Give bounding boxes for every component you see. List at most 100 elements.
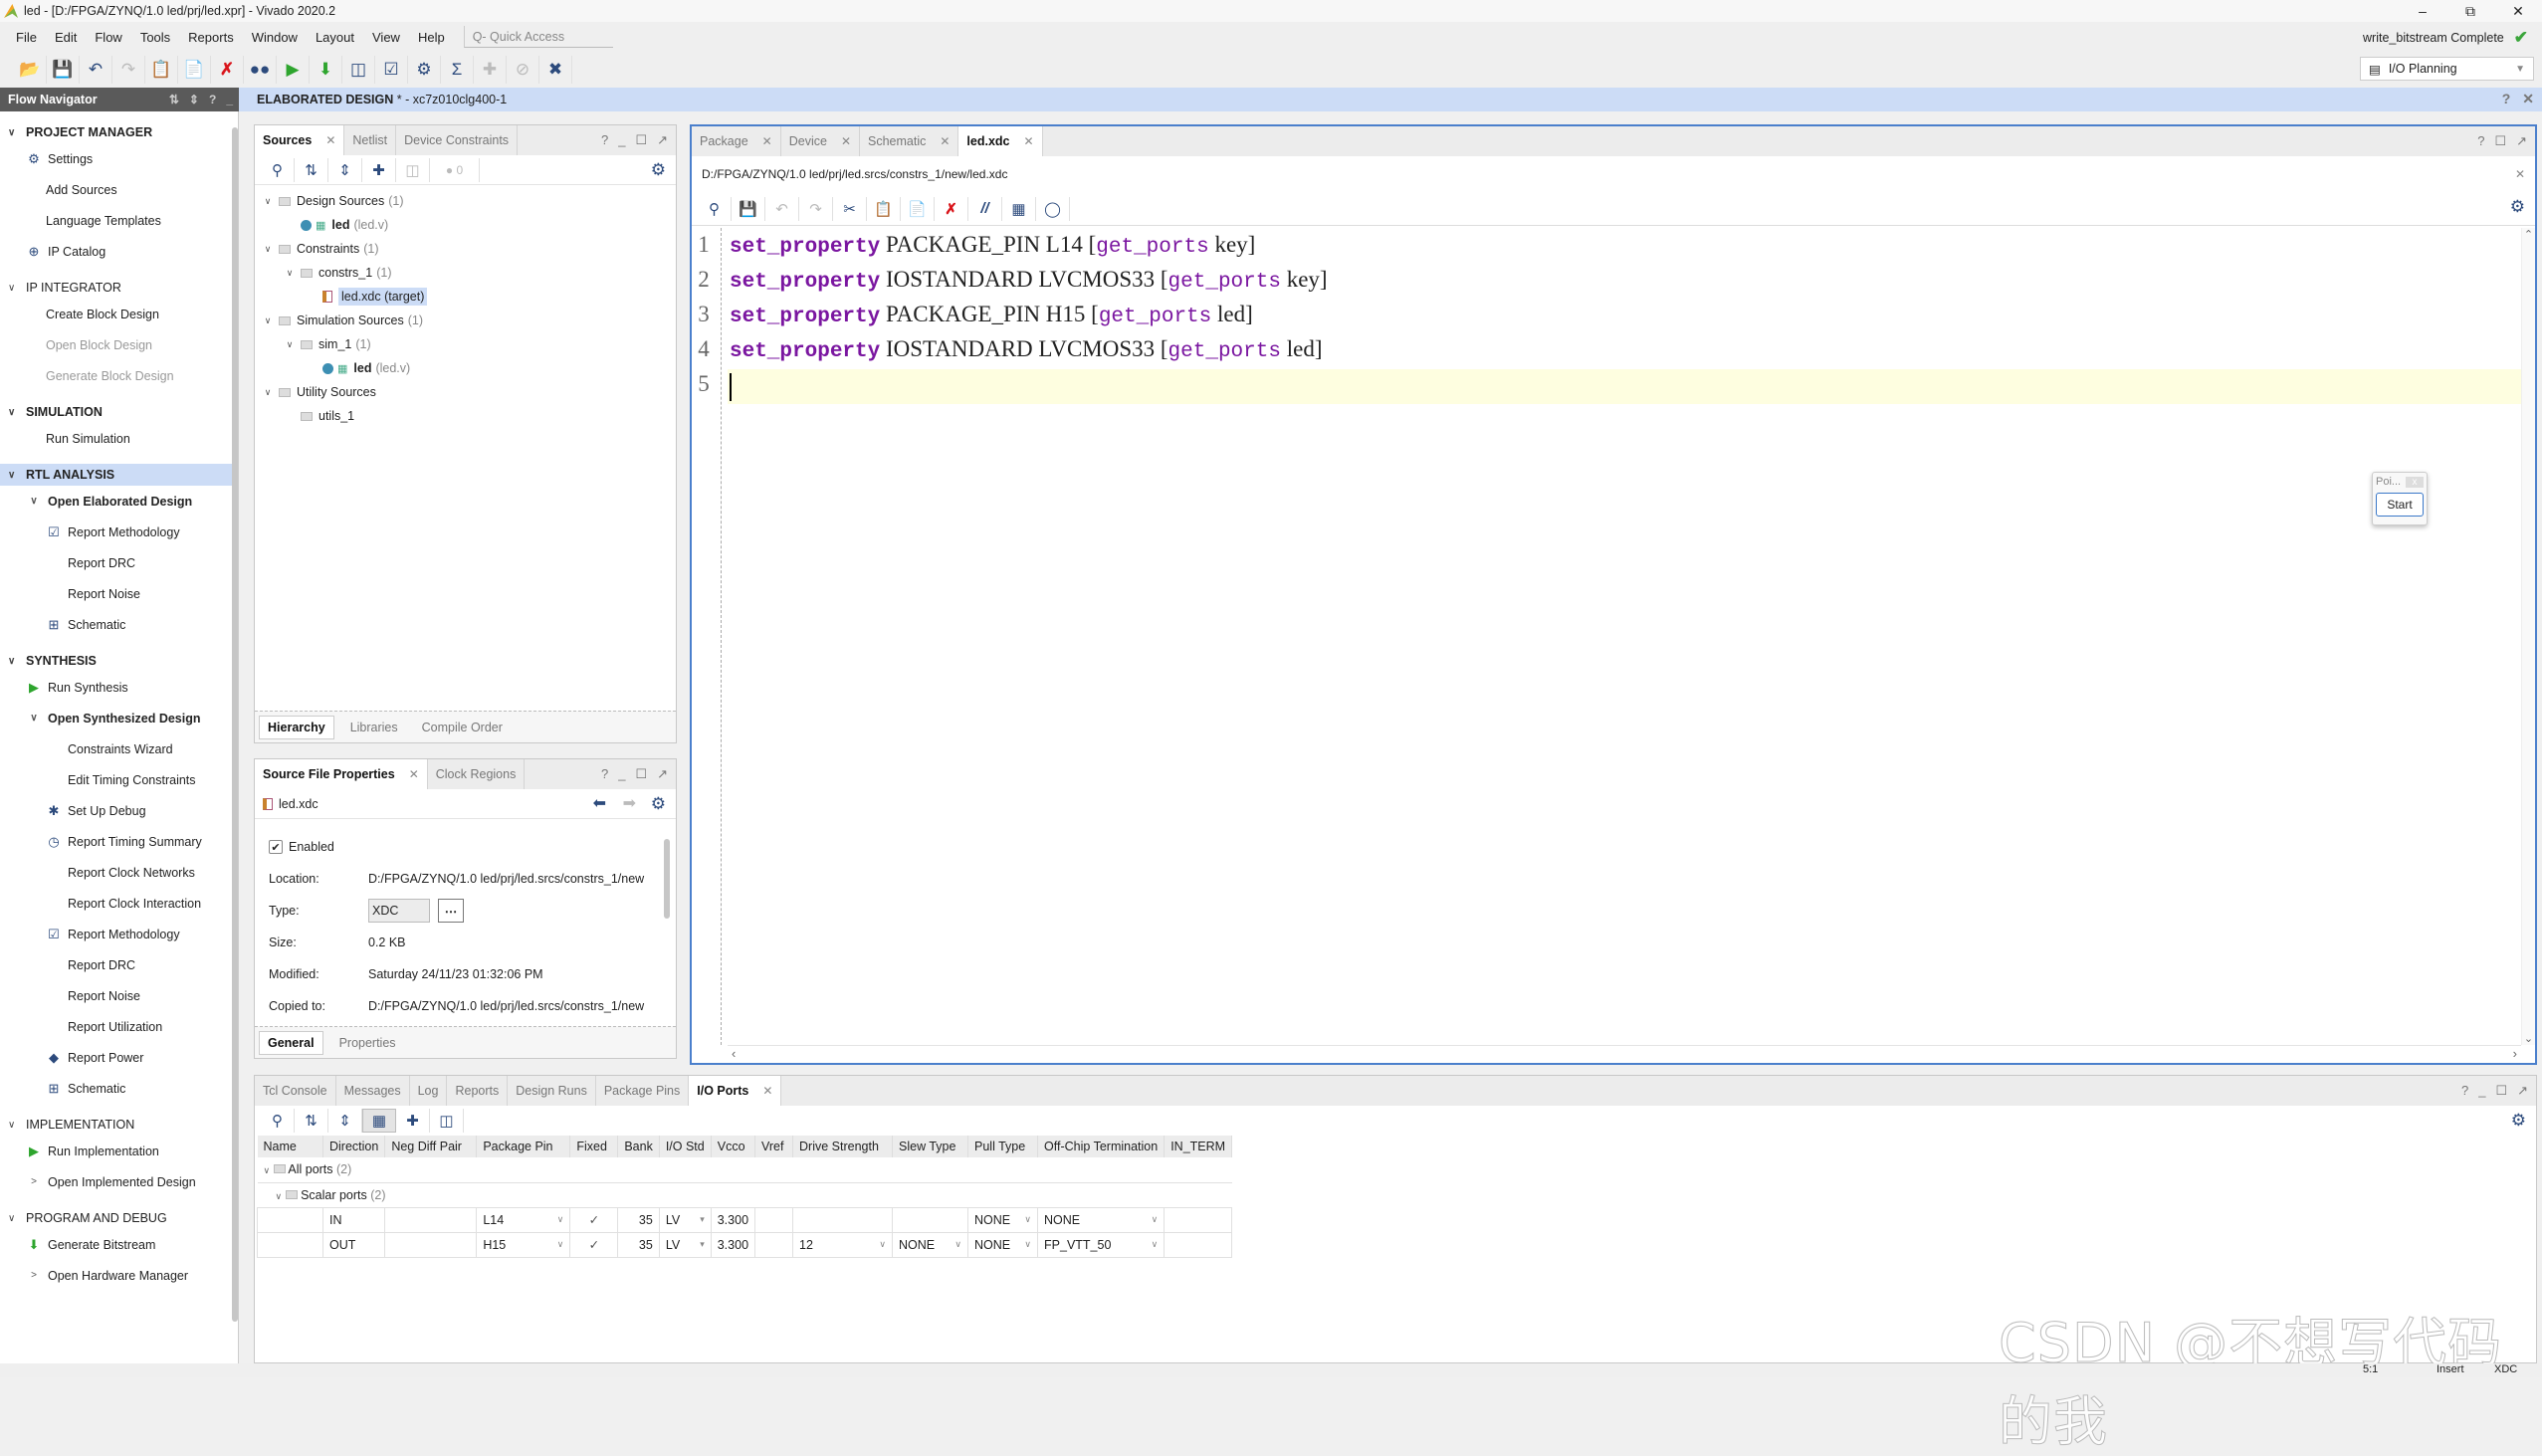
chevron-down-icon[interactable]: ▾ [700,1214,705,1225]
quick-access-input[interactable]: Q- Quick Access [463,26,613,48]
copy-icon[interactable]: 📋 [867,196,901,221]
column-header-off-chip-termination[interactable]: Off-Chip Termination [1037,1136,1165,1157]
search-icon[interactable]: ⚲ [261,1109,295,1133]
unknown-file-icon[interactable]: ◫ [396,157,430,182]
chevron-down-icon[interactable]: ∨ [557,1214,564,1225]
nav-item-open-synthesized-design[interactable]: ∨ Open Synthesized Design [0,703,238,733]
tab-general[interactable]: General [259,1030,323,1055]
tab-clock-regions[interactable]: Clock Regions [428,759,526,789]
tree-node-led-xdc[interactable]: led.xdc (target) [255,285,676,309]
paste-icon[interactable]: 📄 [178,56,211,84]
cell-package-pin[interactable]: L14 ∨ [476,1206,571,1233]
menu-layout[interactable]: Layout [307,30,363,45]
cell-off-chip-termination[interactable]: NONE ∨ [1037,1206,1165,1233]
column-header-in-term[interactable]: IN_TERM [1164,1136,1233,1157]
nav-section-project-manager[interactable]: ∨ PROJECT MANAGER [0,121,238,143]
tab-package-pins[interactable]: Package Pins [596,1076,690,1106]
chevron-down-icon[interactable]: ∨ [1024,1214,1031,1225]
nav-item-settings[interactable]: ⚙ Settings [0,143,238,174]
expand-all-icon[interactable]: ⇕ [328,1109,362,1133]
tab-netlist[interactable]: Netlist [344,125,397,155]
maximize-icon[interactable]: ☐ [2495,1083,2507,1099]
tab-device-constraints[interactable]: Device Constraints [396,125,519,155]
nav-section-simulation[interactable]: ∨ SIMULATION [0,401,238,423]
gear-icon[interactable]: ⚙ [2511,1111,2526,1131]
column-header-drive-strength[interactable]: Drive Strength [792,1136,894,1157]
column-header-i-o-std[interactable]: I/O Std [659,1136,712,1157]
group-scalar-ports[interactable]: ∨ Scalar ports (2) [257,1182,1232,1208]
start-button[interactable]: Start [2376,493,2424,517]
disabled-tool-icon[interactable]: ✚ [474,56,507,84]
column-header-direction[interactable]: Direction [322,1136,386,1157]
tree-node-sim-1[interactable]: ∨ sim_1 (1) [255,332,676,356]
help-icon[interactable]: ? [2477,133,2484,149]
help-icon[interactable]: ? [2502,91,2511,107]
chevron-down-icon[interactable]: ∨ [264,1165,271,1175]
column-header-name[interactable]: Name [257,1136,323,1157]
nav-item-language-templates[interactable]: Language Templates [0,205,238,236]
close-tab-icon[interactable]: ✕ [409,767,419,781]
maximize-icon[interactable]: ☐ [635,766,647,782]
undo-icon[interactable]: ↶ [80,56,112,84]
help-icon[interactable]: ? [601,766,608,782]
tree-node-design-sources[interactable]: ∨ Design Sources (1) [255,189,676,213]
search-icon[interactable]: ⚲ [261,157,295,182]
chevron-down-icon[interactable]: ∨ [8,283,26,294]
nav-item-create-block-design[interactable]: Create Block Design [0,299,238,329]
schematic-icon[interactable]: ◫ [430,1109,464,1133]
column-header-package-pin[interactable]: Package Pin [476,1136,571,1157]
redo-icon[interactable]: ↷ [799,196,833,221]
column-header-slew-type[interactable]: Slew Type [892,1136,969,1157]
column-header-vref[interactable]: Vref [754,1136,794,1157]
chevron-down-icon[interactable]: ∨ [879,1239,886,1250]
copy-icon[interactable]: 📋 [145,56,178,84]
nav-item-constraints-wizard[interactable]: Constraints Wizard [0,733,238,764]
menu-help[interactable]: Help [409,30,454,45]
close-icon[interactable]: ✕ [2515,167,2525,181]
maximize-icon[interactable]: ☐ [2494,133,2506,149]
menu-window[interactable]: Window [243,30,307,45]
search-icon[interactable]: ⚲ [698,196,732,221]
minimize-icon[interactable]: _ [618,766,625,782]
tab-device[interactable]: Device ✕ [781,126,860,156]
save-icon[interactable]: 💾 [47,56,80,84]
tree-node-constraints[interactable]: ∨ Constraints (1) [255,237,676,261]
close-tab-icon[interactable]: ✕ [762,134,772,148]
chevron-down-icon[interactable]: ∨ [1152,1239,1159,1250]
collapse-all-icon[interactable]: ⇅ [295,1109,328,1133]
nav-item-generate-block-design[interactable]: Generate Block Design [0,360,238,391]
properties-scrollbar[interactable] [664,829,672,1028]
nav-item-report-noise[interactable]: Report Noise [0,980,238,1011]
nav-item-run-simulation[interactable]: Run Simulation [0,423,238,454]
table-row[interactable]: IN L14 ∨ ✓ 35 LV ▾ 3.300 NONE ∨ NONE ∨ [257,1206,1233,1233]
nav-section-ip-integrator[interactable]: ∨ IP INTEGRATOR [0,277,238,299]
chevron-down-icon[interactable]: ∨ [1152,1214,1159,1225]
open-project-icon[interactable]: 📂 [14,56,47,84]
tab-reports[interactable]: Reports [447,1076,509,1106]
nav-item-report-timing-summary[interactable]: ◷ Report Timing Summary [0,826,238,857]
nav-item-add-sources[interactable]: Add Sources [0,174,238,205]
nav-item-open-implemented-design[interactable]: > Open Implemented Design [0,1166,238,1197]
editor-vertical-scrollbar[interactable]: ⌃ ⌄ [2521,228,2535,1045]
run-icon[interactable]: ▶ [277,56,310,84]
generate-bitstream-icon[interactable]: ⬇ [310,56,342,84]
nav-item-open-block-design[interactable]: Open Block Design [0,329,238,360]
nav-item-open-hardware-manager[interactable]: > Open Hardware Manager [0,1260,238,1291]
close-tab-icon[interactable]: ✕ [841,134,851,148]
chevron-down-icon[interactable]: ∨ [26,496,42,507]
chevron-right-icon[interactable]: > [26,1270,42,1281]
layout-selector[interactable]: ▤ I/O Planning ▼ [2360,57,2534,81]
lightbulb-icon[interactable]: ◯ [1036,196,1070,221]
chevron-down-icon[interactable]: ∨ [283,339,297,350]
tab-package[interactable]: Package ✕ [692,126,781,156]
menu-flow[interactable]: Flow [86,30,130,45]
nav-item-schematic[interactable]: ⊞ Schematic [0,1073,238,1104]
restore-icon[interactable]: ⧉ [2446,0,2494,22]
report-icon[interactable]: ☑ [375,56,408,84]
chevron-down-icon[interactable]: ∨ [283,268,297,279]
close-tab-icon[interactable]: ✕ [1024,134,1034,148]
collapse-all-icon[interactable]: ⇅ [295,157,328,182]
nav-item-report-clock-networks[interactable]: Report Clock Networks [0,857,238,888]
close-icon[interactable]: ✕ [2522,91,2534,107]
code-line[interactable]: set_property IOSTANDARD LVCMOS33 [get_po… [730,267,1328,294]
